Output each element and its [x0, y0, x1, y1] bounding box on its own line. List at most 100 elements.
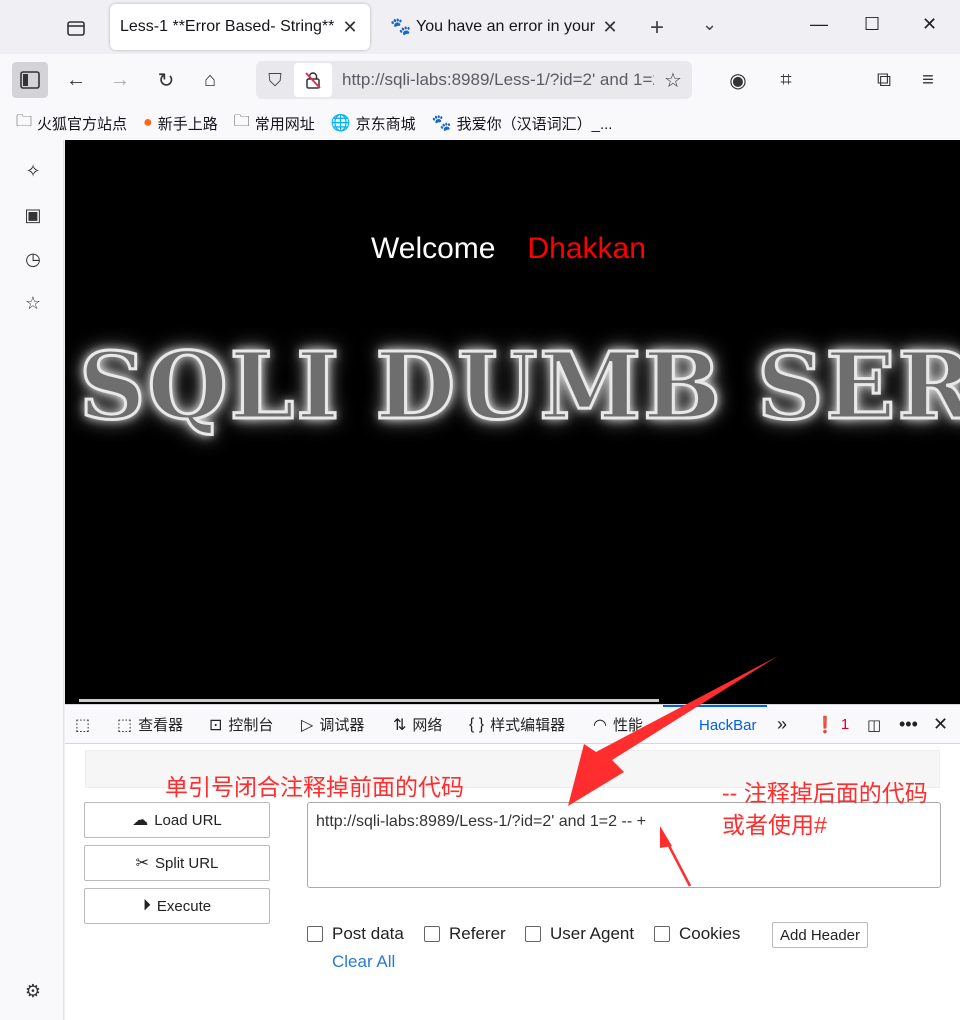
element-picker-icon[interactable]: ⬚	[75, 705, 96, 744]
maximize-icon[interactable]: ☐	[864, 14, 880, 35]
tab-sql-error[interactable]: 🐾 You have an error in your SQL syntax ✕	[380, 4, 630, 50]
hackbar-url-textarea[interactable]: http://sqli-labs:8989/Less-1/?id=2' and …	[307, 802, 941, 888]
tab-console[interactable]: ⊡ 控制台	[209, 705, 273, 744]
bookmark-common-sites[interactable]: 🗀 常用网址	[234, 110, 315, 137]
bookmark-firefox-official[interactable]: 🗀 火狐官方站点	[16, 110, 127, 137]
ai-sparkle-icon[interactable]: ✧	[20, 158, 46, 184]
forward-icon[interactable]: →	[102, 62, 138, 98]
checkbox-box[interactable]	[307, 926, 323, 942]
horizontal-scrollbar[interactable]	[79, 699, 659, 702]
bookmark-label: 常用网址	[254, 115, 315, 133]
error-badge[interactable]: ❗ 1	[815, 705, 849, 744]
checkbox-box[interactable]	[525, 926, 541, 942]
tab-less-1[interactable]: Less-1 **Error Based- String** ✕	[110, 4, 370, 50]
checkbox-label: User Agent	[550, 924, 635, 943]
bookmark-jd[interactable]: 🌐 京东商城	[331, 113, 416, 134]
tab-label: 样式编辑器	[490, 717, 566, 734]
reload-icon[interactable]: ↻	[148, 62, 184, 98]
user-agent-checkbox[interactable]: User Agent	[525, 924, 634, 944]
url-bar[interactable]: ⛉ http://sqli-labs:8989/Less-1/?id=2' an…	[256, 61, 692, 99]
settings-gear-icon[interactable]: ⚙	[20, 978, 46, 1004]
menu-icon[interactable]: ≡	[910, 62, 946, 98]
welcome-label: Welcome	[371, 232, 496, 265]
folder-icon: 🗀	[233, 112, 250, 130]
bookmark-label: 我爱你（汉语词汇）_...	[456, 115, 613, 133]
tab-inspector[interactable]: ⬚ 查看器	[117, 705, 183, 744]
account-icon[interactable]: ◉	[720, 62, 756, 98]
gauge-icon: ◠	[593, 716, 607, 734]
sidebar-toggle-icon[interactable]	[12, 62, 48, 98]
load-url-button[interactable]: ☁ Load URL	[84, 802, 270, 838]
tab-network[interactable]: ⇅ 网络	[393, 705, 442, 744]
tab-debugger[interactable]: ▷ 调试器	[301, 705, 364, 744]
checkbox-box[interactable]	[424, 926, 440, 942]
baidu-paw-icon: 🐾	[390, 17, 412, 36]
tab-label: 查看器	[138, 717, 184, 734]
bookmarks-star-icon[interactable]: ☆	[20, 290, 46, 316]
tab-label: HackBar	[699, 717, 757, 734]
history-icon[interactable]: ◷	[20, 246, 46, 272]
scissors-icon: ✂	[135, 855, 150, 872]
split-url-button[interactable]: ✂ Split URL	[84, 845, 270, 881]
tab-list-icon[interactable]	[58, 14, 94, 42]
button-label: Load URL	[154, 811, 222, 829]
cookies-checkbox[interactable]: Cookies	[654, 924, 740, 944]
back-icon[interactable]: ←	[58, 62, 94, 98]
minimize-icon[interactable]: —	[810, 14, 828, 35]
more-tabs-icon[interactable]: »	[777, 705, 787, 744]
close-devtools-icon[interactable]: ✕	[933, 705, 948, 744]
play-icon: ⏵	[142, 897, 151, 914]
execute-button[interactable]: ⏵ Execute	[84, 888, 270, 924]
crop-icon[interactable]: ⌗	[768, 62, 804, 98]
add-header-button[interactable]: Add Header	[772, 922, 868, 948]
tab-title: You have an error in your SQL syntax	[416, 18, 600, 35]
annotation-right-line2: 或者使用#	[722, 812, 827, 838]
navigation-toolbar: ← → ↻ ⌂ ⛉ http://sqli-labs:8989/Less-1/?…	[0, 54, 960, 106]
tab-title: Less-1 **Error Based- String**	[120, 18, 335, 35]
globe-icon: 🌐	[330, 115, 351, 132]
sqli-banner: SQLI DUMB SERIES	[78, 331, 960, 442]
baidu-paw-icon: 🐾	[431, 115, 452, 132]
insecure-lock-icon[interactable]	[294, 63, 332, 97]
cloud-download-icon: ☁	[132, 812, 149, 829]
chevron-down-icon[interactable]: ⌄	[702, 14, 717, 35]
extensions-icon[interactable]: ⧉	[866, 62, 902, 98]
bookmark-getting-started[interactable]: ● 新手上路	[143, 113, 218, 134]
error-count: 1	[840, 716, 850, 733]
tab-hackbar[interactable]: HackBar	[663, 705, 767, 744]
synced-tabs-icon[interactable]: ▣	[20, 202, 46, 228]
console-icon: ⊡	[209, 716, 223, 734]
tab-performance[interactable]: ◠ 性能	[593, 705, 643, 744]
braces-icon: { }	[469, 715, 485, 733]
dock-icon[interactable]: ◫	[867, 705, 881, 744]
shield-icon[interactable]: ⛉	[256, 70, 294, 91]
error-icon: ❗	[815, 716, 835, 734]
checkbox-label: Cookies	[679, 924, 741, 943]
url-text[interactable]: http://sqli-labs:8989/Less-1/?id=2' and …	[332, 70, 654, 90]
checkbox-label: Referer	[449, 924, 506, 943]
tab-label: 网络	[412, 717, 443, 734]
tab-label: 性能	[612, 717, 643, 734]
bookmark-star-icon[interactable]: ☆	[654, 68, 692, 93]
referer-checkbox[interactable]: Referer	[424, 924, 506, 944]
tab-close-icon[interactable]: ✕	[340, 17, 360, 38]
new-tab-icon[interactable]: +	[650, 14, 664, 42]
button-label: Split URL	[155, 854, 219, 872]
home-icon[interactable]: ⌂	[192, 62, 228, 98]
checkbox-box[interactable]	[654, 926, 670, 942]
folder-icon: 🗀	[16, 112, 33, 130]
clear-all-link[interactable]: Clear All	[332, 952, 395, 972]
bookmark-baidu[interactable]: 🐾 我爱你（汉语词汇）_...	[432, 113, 613, 134]
user-name: Dhakkan	[527, 232, 646, 265]
tab-close-icon[interactable]: ✕	[600, 17, 620, 38]
close-window-icon[interactable]: ✕	[922, 14, 937, 35]
button-label: Execute	[156, 897, 212, 915]
more-options-icon[interactable]: •••	[899, 705, 918, 744]
bookmarks-toolbar: 🗀 火狐官方站点 ● 新手上路 🗀 常用网址 🌐 京东商城 🐾 我爱你（汉语词汇…	[0, 106, 960, 140]
tab-label: 调试器	[319, 717, 365, 734]
tab-label: 控制台	[228, 717, 274, 734]
tab-style-editor[interactable]: { } 样式编辑器	[469, 705, 565, 744]
firefox-icon: ●	[143, 114, 153, 131]
post-data-checkbox[interactable]: Post data	[307, 924, 404, 944]
bookmark-label: 新手上路	[157, 115, 218, 133]
